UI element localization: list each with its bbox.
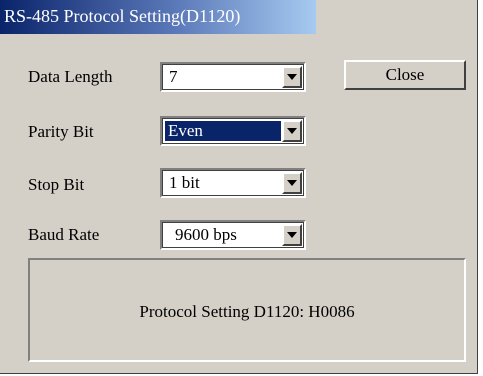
parity-bit-value: Even	[164, 120, 282, 142]
data-length-select[interactable]: 7	[160, 62, 306, 92]
window-title: RS-485 Protocol Setting(D1120)	[4, 6, 241, 26]
stop-bit-label: Stop Bit	[28, 175, 85, 194]
data-length-value: 7	[169, 67, 178, 86]
protocol-setting-readout: Protocol Setting D1120: H0086	[139, 302, 355, 321]
data-length-label: Data Length	[28, 67, 113, 86]
protocol-setting-dialog: RS-485 Protocol Setting(D1120) Data Leng…	[0, 0, 478, 374]
chevron-down-icon[interactable]	[282, 66, 302, 88]
baud-rate-value: 9600 bps	[175, 225, 237, 244]
baud-rate-label: Baud Rate	[28, 225, 100, 244]
parity-bit-select[interactable]: Even	[160, 116, 306, 146]
baud-rate-select[interactable]: 9600 bps	[160, 220, 306, 250]
stop-bit-value: 1 bit	[169, 173, 200, 192]
chevron-down-icon[interactable]	[282, 172, 302, 194]
chevron-down-icon[interactable]	[282, 224, 302, 246]
stop-bit-select[interactable]: 1 bit	[160, 168, 306, 198]
close-button[interactable]: Close	[344, 60, 466, 90]
parity-bit-label: Parity Bit	[28, 122, 94, 141]
title-bar[interactable]: RS-485 Protocol Setting(D1120)	[0, 0, 316, 34]
chevron-down-icon[interactable]	[282, 120, 302, 142]
status-panel: Protocol Setting D1120: H0086	[28, 258, 466, 362]
